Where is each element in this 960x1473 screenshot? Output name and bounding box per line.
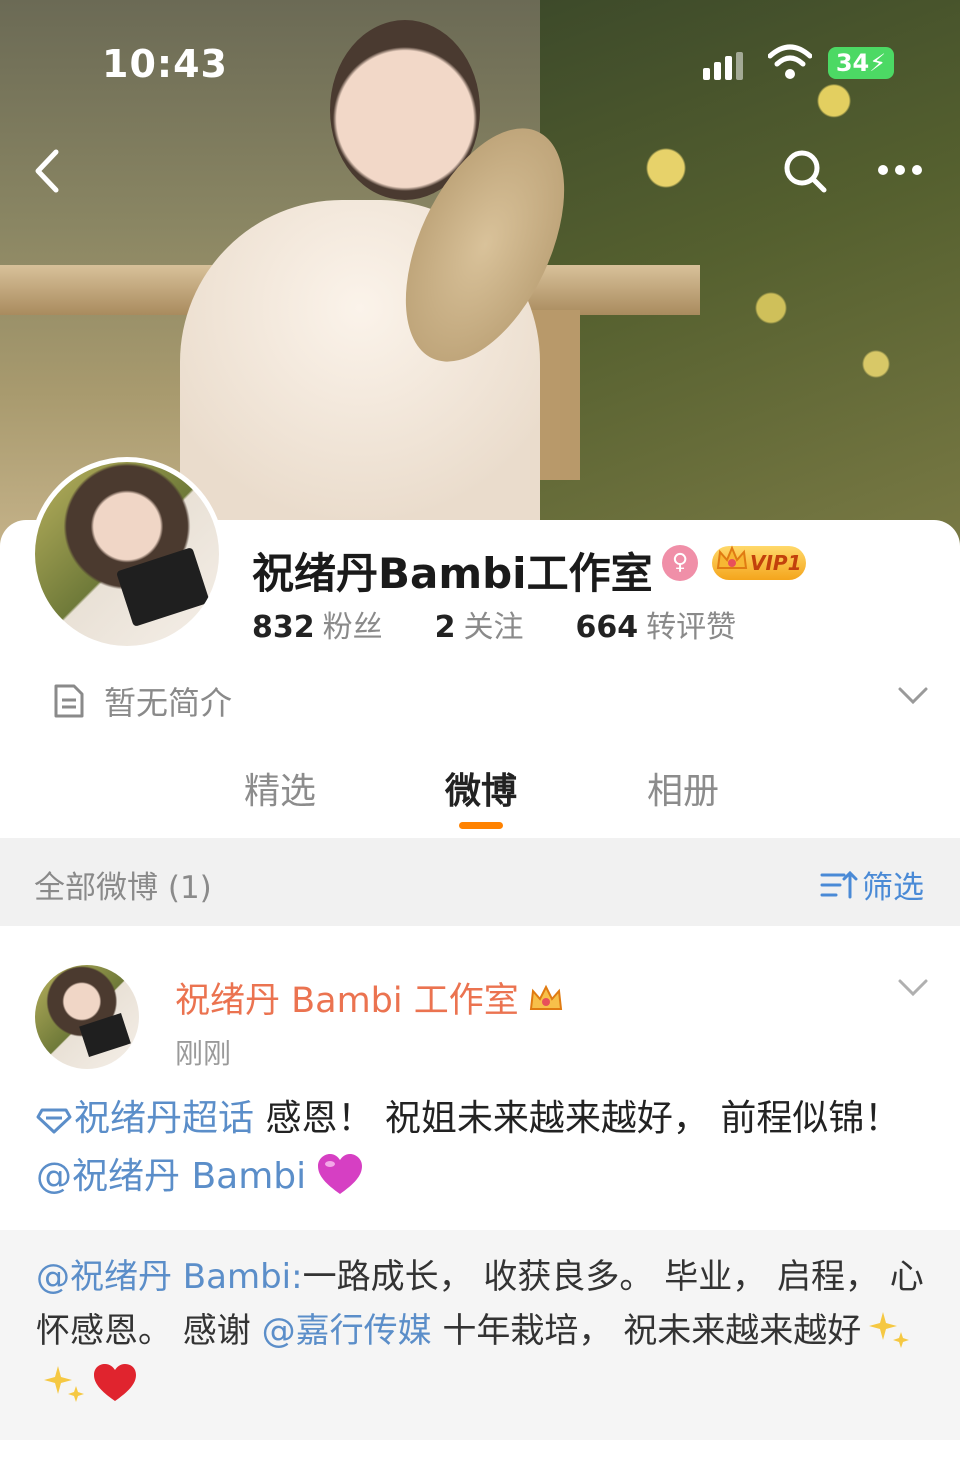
company-mention[interactable]: @嘉行传媒 xyxy=(262,1311,432,1351)
post-author-name: 祝绪丹 Bambi 工作室 xyxy=(175,981,519,1021)
post-body: 祝绪丹超话 感恩！ 祝姐未来越来越好， 前程似锦！ @祝绪丹 Bambi xyxy=(36,1090,916,1206)
stat-label: 关注 xyxy=(463,610,524,645)
search-icon[interactable] xyxy=(782,148,828,194)
more-options-icon[interactable] xyxy=(876,160,924,180)
super-topic-diamond-icon xyxy=(36,1108,72,1134)
vip-badge[interactable]: VIP1 xyxy=(712,545,806,580)
bottom-spacer xyxy=(0,1440,960,1473)
signal-icon xyxy=(703,52,743,80)
super-topic-link[interactable]: 祝绪丹超话 xyxy=(74,1098,254,1139)
battery-icon: 34⚡ xyxy=(828,47,894,79)
stat-value: 2 xyxy=(434,610,456,645)
sparkles-icon xyxy=(44,1366,84,1402)
avatar-book xyxy=(79,1012,131,1058)
female-icon: ♀ xyxy=(662,545,698,581)
stat-followers[interactable]: 832 粉丝 xyxy=(252,602,383,646)
chevron-down-icon[interactable] xyxy=(895,972,931,1002)
vip-label: VIP1 xyxy=(750,551,802,575)
stat-value: 664 xyxy=(575,610,639,645)
post-author[interactable]: 祝绪丹 Bambi 工作室 xyxy=(175,972,565,1023)
stat-label: 粉丝 xyxy=(322,610,383,645)
repost-text-b: 十年栽培， 祝未来越来越好 xyxy=(431,1311,862,1351)
stat-following[interactable]: 2 关注 xyxy=(435,602,524,646)
repost-body: @祝绪丹 Bambi:一路成长， 收获良多。 毕业， 启程， 心怀感恩。 感谢 … xyxy=(36,1250,926,1412)
sparkles-icon xyxy=(869,1312,910,1348)
profile-stats: 832 粉丝 2 关注 664 转评赞 xyxy=(252,602,788,646)
back-arrow-icon[interactable] xyxy=(28,146,68,196)
chevron-down-icon[interactable] xyxy=(895,680,931,710)
crown-icon xyxy=(716,545,748,569)
document-icon xyxy=(54,684,84,718)
mention-link[interactable]: @祝绪丹 Bambi xyxy=(36,1156,306,1197)
all-posts-count: 全部微博 (1) xyxy=(34,870,212,906)
repost-block[interactable]: @祝绪丹 Bambi:一路成长， 收获良多。 毕业， 启程， 心怀感恩。 感谢 … xyxy=(0,1230,960,1440)
bio-text: 暂无简介 xyxy=(104,684,233,722)
crown-icon xyxy=(529,984,562,1010)
tab-featured[interactable]: 精选 xyxy=(244,762,316,814)
filter-icon xyxy=(820,870,858,898)
battery-level: 34 xyxy=(835,49,870,77)
stat-label: 转评赞 xyxy=(646,610,737,645)
active-tab-indicator xyxy=(459,822,503,829)
post-avatar[interactable] xyxy=(35,965,139,1069)
wifi-icon xyxy=(768,44,812,79)
status-time: 10:43 xyxy=(102,42,228,86)
repost-author-mention[interactable]: @祝绪丹 Bambi: xyxy=(36,1257,303,1297)
profile-name: 祝绪丹Bambi工作室 xyxy=(252,549,653,598)
bio-row[interactable]: 暂无简介 xyxy=(52,678,232,724)
purple-heart-icon xyxy=(318,1154,363,1194)
avatar-book xyxy=(115,547,211,627)
profile-avatar[interactable] xyxy=(30,457,224,651)
filter-button[interactable]: 筛选 xyxy=(820,862,924,907)
tab-weibo[interactable]: 微博 xyxy=(445,762,517,814)
red-heart-icon xyxy=(94,1364,136,1401)
filter-bar: 全部微博 (1) 筛选 xyxy=(0,838,960,926)
tab-album[interactable]: 相册 xyxy=(647,762,719,814)
stat-interactions[interactable]: 664 转评赞 xyxy=(576,602,737,646)
post-time: 刚刚 xyxy=(175,1037,232,1070)
filter-label: 筛选 xyxy=(862,870,924,906)
post-text: 感恩！ 祝姐未来越来越好， 前程似锦！ xyxy=(254,1098,901,1139)
stat-value: 832 xyxy=(252,610,315,645)
